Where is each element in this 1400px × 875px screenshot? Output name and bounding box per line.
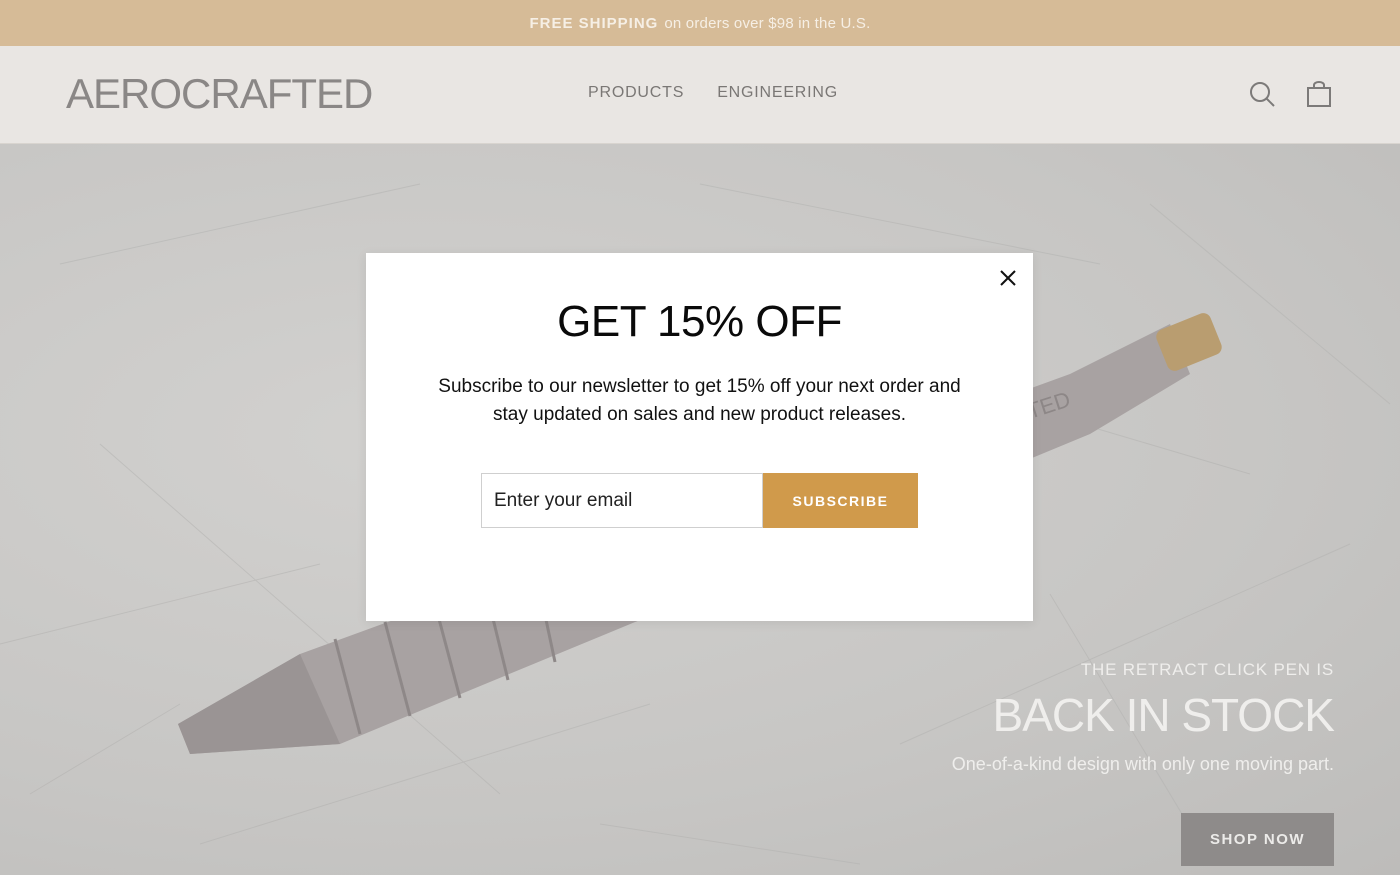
hero-text: THE RETRACT CLICK PEN IS BACK IN STOCK O…	[951, 660, 1335, 775]
announcement-text: on orders over $98 in the U.S.	[664, 14, 871, 32]
hero-title: BACK IN STOCK	[992, 689, 1335, 741]
cart-icon[interactable]	[1305, 80, 1333, 108]
shop-now-button[interactable]: SHOP NOW	[1181, 813, 1334, 866]
modal-title: GET 15% OFF	[557, 297, 842, 346]
nav-products[interactable]: PRODUCTS	[588, 84, 684, 102]
main-nav: PRODUCTS ENGINEERING	[588, 84, 838, 102]
nav-engineering[interactable]: ENGINEERING	[717, 84, 838, 102]
search-icon[interactable]	[1248, 80, 1276, 108]
newsletter-modal: GET 15% OFF Subscribe to our newsletter …	[366, 253, 1033, 621]
modal-description: Subscribe to our newsletter to get 15% o…	[438, 376, 961, 425]
close-icon[interactable]	[999, 269, 1017, 287]
logo[interactable]: AEROCRAFTED	[66, 70, 373, 118]
announcement-bold: FREE SHIPPING	[529, 14, 659, 32]
subscribe-button[interactable]: SUBSCRIBE	[763, 473, 918, 528]
email-input[interactable]	[481, 473, 763, 528]
hero-subtitle: One-of-a-kind design with only one movin…	[951, 754, 1334, 774]
hero-eyebrow: THE RETRACT CLICK PEN IS	[1080, 660, 1334, 679]
site-header: AEROCRAFTED PRODUCTS ENGINEERING	[0, 46, 1400, 144]
announcement-bar: FREE SHIPPING on orders over $98 in the …	[0, 0, 1400, 46]
